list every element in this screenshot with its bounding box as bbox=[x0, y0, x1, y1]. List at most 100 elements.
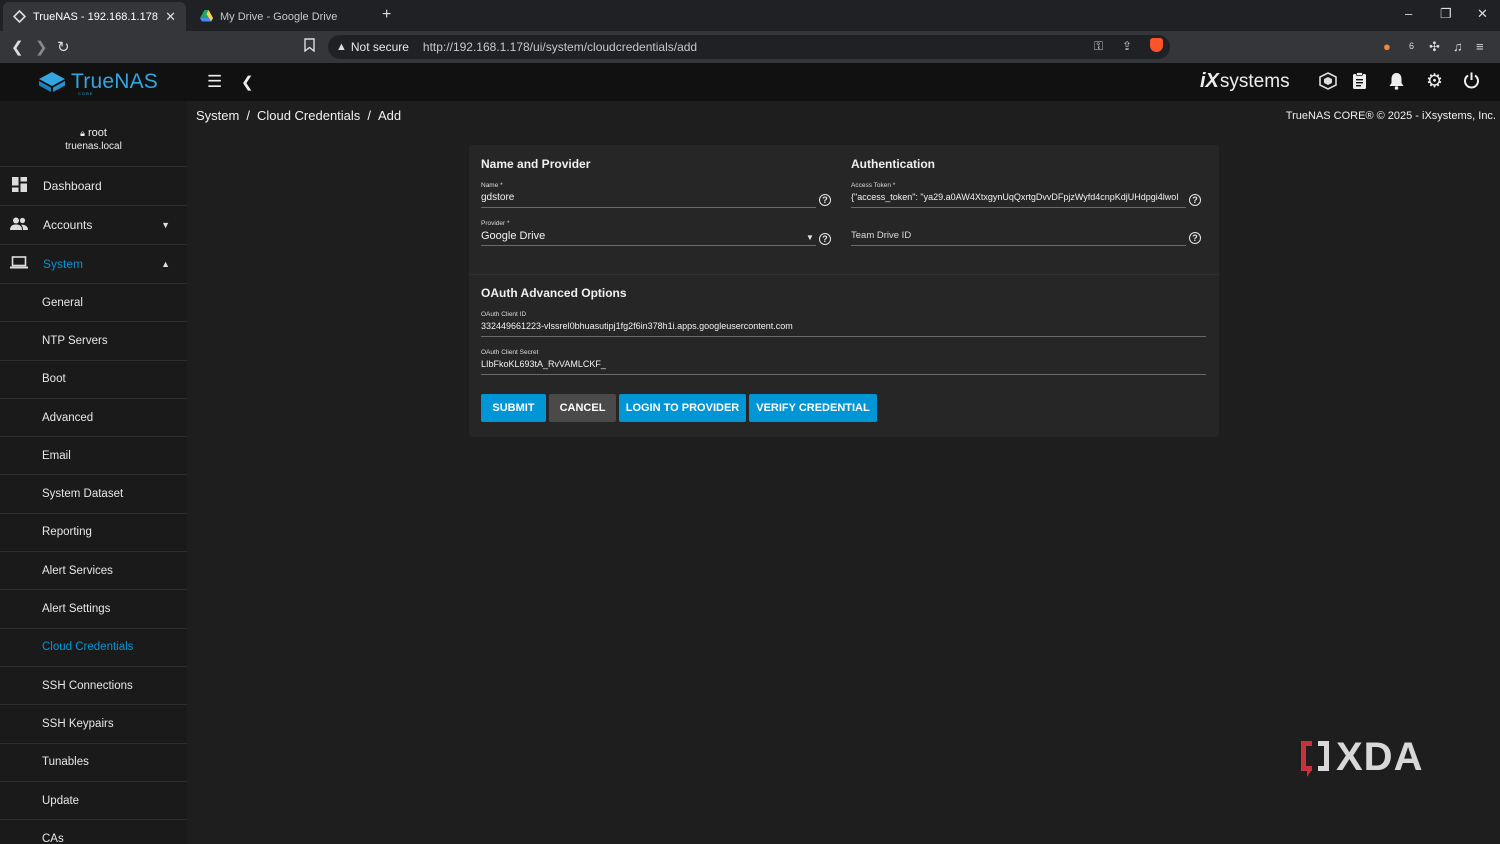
collapse-sidebar-icon[interactable]: ❮ bbox=[241, 73, 254, 91]
chevron-down-icon[interactable]: ▼ bbox=[161, 220, 170, 230]
sidebar-item-dashboard[interactable]: Dashboard bbox=[0, 167, 187, 206]
name-input[interactable]: gdstore bbox=[481, 192, 816, 206]
sidebar-subitem-cas[interactable]: CAs bbox=[0, 820, 187, 844]
sidebar-subitem-cloud-credentials[interactable]: Cloud Credentials bbox=[0, 629, 187, 667]
ix-mark-icon: iX bbox=[1200, 70, 1219, 92]
field-underline bbox=[481, 374, 1206, 375]
reload-icon[interactable]: ↻ bbox=[57, 38, 70, 56]
restore-icon[interactable]: ❐ bbox=[1440, 6, 1452, 22]
name-label: Name * bbox=[481, 182, 503, 189]
access-token-field[interactable]: Access Token * {"access_token": "ya29.a0… bbox=[851, 182, 1201, 208]
sidebar-subitem-ssh-keypairs[interactable]: SSH Keypairs bbox=[0, 705, 187, 744]
sidebar-subitem-reporting[interactable]: Reporting bbox=[0, 514, 187, 553]
login-to-provider-button[interactable]: LOGIN TO PROVIDER bbox=[619, 394, 746, 422]
oauth-client-secret-input[interactable]: LIbFkoKL693tA_RvVAMLCKF_ bbox=[481, 359, 1206, 373]
sidebar-subitem-ssh-connections[interactable]: SSH Connections bbox=[0, 667, 187, 706]
google-drive-favicon-icon bbox=[200, 10, 213, 23]
lock-icon: 🔒︎ bbox=[80, 128, 85, 138]
sidebar-item-accounts[interactable]: Accounts ▼ bbox=[0, 206, 187, 245]
team-drive-field[interactable]: Team Drive ID ? bbox=[851, 230, 1201, 246]
sidebar-subitem-tunables[interactable]: Tunables bbox=[0, 744, 187, 782]
chevron-up-icon[interactable]: ▲ bbox=[161, 259, 170, 269]
sidebar-subitem-system-dataset[interactable]: System Dataset bbox=[0, 475, 187, 514]
team-drive-input[interactable]: Team Drive ID bbox=[851, 230, 1186, 244]
address-bar[interactable]: ▲ Not secure http://192.168.1.178/ui/sys… bbox=[328, 35, 1170, 59]
sidebar-subitem-email[interactable]: Email bbox=[0, 437, 187, 476]
password-key-icon[interactable]: ⚿ bbox=[1094, 39, 1103, 54]
security-label: Not secure bbox=[350, 40, 409, 54]
share-icon[interactable]: ⇪ bbox=[1122, 39, 1132, 53]
field-underline bbox=[481, 336, 1206, 337]
forward-icon[interactable]: ❯ bbox=[35, 38, 48, 56]
sidebar-item-system[interactable]: System ▲ bbox=[0, 245, 187, 284]
window-close-icon[interactable]: ✕ bbox=[1477, 6, 1488, 22]
oauth-client-id-label: OAuth Client ID bbox=[481, 311, 527, 318]
power-icon[interactable] bbox=[1463, 72, 1480, 94]
url-text[interactable]: http://192.168.1.178/ui/system/cloudcred… bbox=[423, 40, 697, 54]
cancel-button[interactable]: CANCEL bbox=[549, 394, 616, 422]
access-token-input[interactable]: {"access_token": "ya29.a0AW4XtxgynUqQxrt… bbox=[851, 192, 1186, 206]
cloud-credential-form: Name and Provider Authentication Name * … bbox=[469, 145, 1219, 437]
oauth-client-secret-label: OAuth Client Secret bbox=[481, 349, 539, 356]
truenas-logo[interactable]: TrueNAS CORE bbox=[38, 70, 158, 96]
hamburger-menu-icon[interactable]: ☰ bbox=[207, 72, 222, 92]
help-icon[interactable]: ? bbox=[819, 233, 831, 245]
tab-title: TrueNAS - 192.168.1.178 bbox=[33, 10, 158, 23]
breadcrumb-cloud-credentials[interactable]: Cloud Credentials bbox=[257, 108, 360, 123]
sidebar-subitem-update[interactable]: Update bbox=[0, 782, 187, 821]
provider-value[interactable]: Google Drive bbox=[481, 230, 816, 244]
task-manager-icon[interactable] bbox=[1352, 72, 1367, 95]
sidebar-item-label: Accounts bbox=[43, 218, 93, 232]
new-tab-icon[interactable]: + bbox=[382, 6, 391, 24]
browser-tab-google-drive[interactable]: My Drive - Google Drive bbox=[190, 2, 375, 31]
close-tab-icon[interactable]: ✕ bbox=[165, 9, 176, 25]
browser-menu-icon[interactable]: ≡ bbox=[1476, 39, 1484, 54]
submit-button[interactable]: SUBMIT bbox=[481, 394, 546, 422]
bookmark-icon[interactable] bbox=[304, 38, 315, 55]
oauth-client-id-field[interactable]: OAuth Client ID 332449661223-vlssrel0bhu… bbox=[481, 311, 1206, 337]
browser-tab-truenas[interactable]: TrueNAS - 192.168.1.178 ✕ bbox=[3, 2, 186, 31]
sidebar-subitem-advanced[interactable]: Advanced bbox=[0, 399, 187, 438]
browser-tab-bar: TrueNAS - 192.168.1.178 ✕ My Drive - Goo… bbox=[0, 0, 1500, 31]
authentication-title: Authentication bbox=[851, 157, 935, 171]
truenas-favicon-icon bbox=[12, 9, 27, 24]
sidebar-subitem-general[interactable]: General bbox=[0, 284, 187, 323]
truecommand-icon[interactable] bbox=[1319, 72, 1337, 95]
breadcrumb-system[interactable]: System bbox=[196, 108, 239, 123]
notifications-bell-icon[interactable] bbox=[1389, 72, 1404, 95]
app-header: TrueNAS CORE ☰ ❮ iX systems ⚙ bbox=[0, 63, 1500, 101]
name-provider-title: Name and Provider bbox=[481, 157, 591, 171]
breadcrumb-add: Add bbox=[377, 108, 402, 123]
oauth-client-id-input[interactable]: 332449661223-vlssrel0bhuasutipj1fg2f6in3… bbox=[481, 321, 1206, 335]
provider-select[interactable]: Provider * Google Drive ▼ ? bbox=[481, 220, 831, 246]
settings-gear-icon[interactable]: ⚙ bbox=[1426, 70, 1443, 93]
sidebar-subitem-alert-settings[interactable]: Alert Settings bbox=[0, 590, 187, 629]
xda-logo-icon bbox=[1301, 740, 1329, 777]
vendor-name: systems bbox=[1219, 70, 1290, 92]
help-icon[interactable]: ? bbox=[1189, 232, 1201, 244]
verify-credential-button[interactable]: VERIFY CREDENTIAL bbox=[749, 394, 877, 422]
sidebar: 🔒︎ root truenas.local Dashboard Accounts… bbox=[0, 101, 187, 844]
sidebar-subitem-ntp-servers[interactable]: NTP Servers bbox=[0, 322, 187, 361]
oauth-client-secret-field[interactable]: OAuth Client Secret LIbFkoKL693tA_RvVAML… bbox=[481, 349, 1206, 375]
media-icon[interactable]: ♫ bbox=[1453, 39, 1463, 54]
field-underline bbox=[481, 207, 816, 208]
extension-icon[interactable]: ● bbox=[1383, 39, 1391, 54]
truenas-logo-icon bbox=[39, 72, 65, 92]
minimize-icon[interactable]: – bbox=[1405, 6, 1412, 21]
puzzle-extensions-icon[interactable]: ✣ bbox=[1429, 39, 1440, 55]
help-icon[interactable]: ? bbox=[1189, 194, 1201, 206]
name-field[interactable]: Name * gdstore ? bbox=[481, 182, 831, 208]
breadcrumb-separator: / bbox=[367, 108, 371, 123]
help-icon[interactable]: ? bbox=[819, 194, 831, 206]
dropdown-arrow-icon[interactable]: ▼ bbox=[806, 233, 814, 242]
sidebar-subitem-boot[interactable]: Boot bbox=[0, 361, 187, 399]
dashboard-icon bbox=[10, 176, 28, 196]
brave-shield-icon[interactable] bbox=[1150, 38, 1163, 52]
username: root bbox=[87, 127, 107, 139]
browser-toolbar: ❮ ❯ ↻ ▲ Not secure http://192.168.1.178/… bbox=[0, 31, 1500, 63]
back-icon[interactable]: ❮ bbox=[11, 38, 24, 56]
ixsystems-logo[interactable]: iX systems bbox=[1200, 70, 1290, 93]
sidebar-subitem-alert-services[interactable]: Alert Services bbox=[0, 552, 187, 591]
extension-badge-icon[interactable]: 6 bbox=[1409, 41, 1414, 51]
